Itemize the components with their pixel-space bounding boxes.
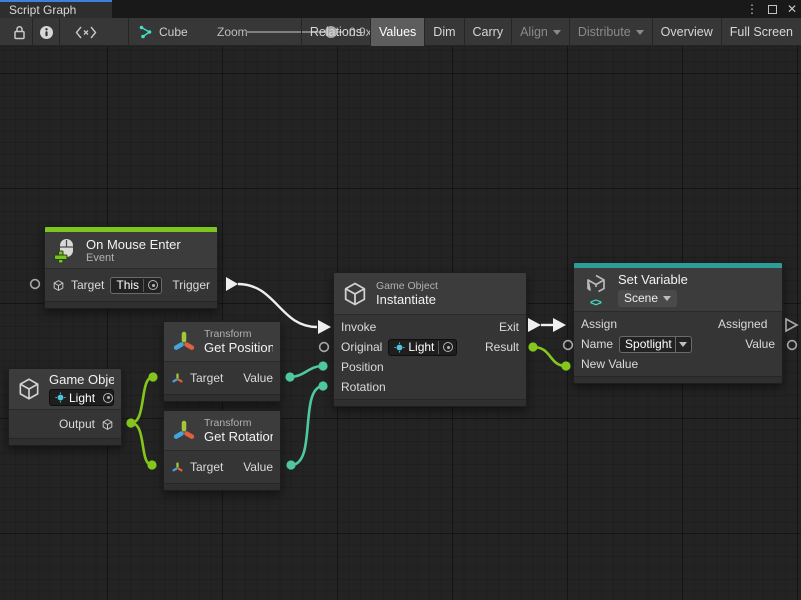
chevron-down-icon (636, 30, 644, 35)
game-object-mini-icon (52, 279, 65, 292)
tab-label: Script Graph (9, 3, 76, 17)
node-title: Get Rotation (204, 429, 273, 444)
zoom-label: Zoom (217, 18, 248, 46)
distribute-dropdown[interactable]: Distribute (569, 18, 652, 46)
variable-name-field[interactable]: Spotlight (619, 336, 676, 353)
menu-icon[interactable]: ⋮ (746, 0, 758, 18)
mouse-enter-icon (52, 237, 79, 264)
info-button[interactable] (33, 18, 59, 46)
name-port-label: Name (581, 337, 613, 351)
align-dropdown[interactable]: Align (511, 18, 569, 46)
chevron-down-icon (663, 296, 671, 301)
unity-script-graph-window: Script Graph ⋮ ✕ (0, 0, 801, 600)
fullscreen-button[interactable]: Full Screen (721, 18, 801, 46)
toolbar-buttons: Relations Values Dim Carry Align Distrib… (301, 18, 801, 46)
original-port-label: Original (341, 340, 382, 354)
node-get-rotation[interactable]: Transform Get Rotation Target Value (163, 410, 281, 491)
object-picker-icon[interactable] (103, 393, 113, 403)
game-object-mini-icon (101, 418, 114, 431)
overview-button[interactable]: Overview (652, 18, 721, 46)
new-value-port-label: New Value (581, 357, 638, 371)
result-port-label: Result (485, 340, 519, 354)
code-view-button[interactable] (60, 18, 112, 46)
object-picker-icon[interactable] (148, 280, 158, 290)
target-value-field[interactable]: This (110, 277, 162, 294)
tab-script-graph[interactable]: Script Graph (0, 0, 112, 18)
tab-bar: Script Graph ⋮ ✕ (0, 0, 801, 18)
exit-port-label: Exit (499, 320, 519, 334)
object-picker-icon[interactable] (443, 342, 453, 352)
set-variable-icon: <> (581, 273, 611, 307)
variable-name-dropdown[interactable] (676, 336, 692, 353)
dim-button[interactable]: Dim (424, 18, 463, 46)
carry-button[interactable]: Carry (464, 18, 512, 46)
output-port-label: Output (59, 417, 95, 431)
node-title: Game Object (49, 372, 114, 387)
light-icon (55, 392, 66, 403)
maximize-icon[interactable] (768, 5, 777, 14)
invoke-port-label: Invoke (341, 320, 376, 334)
graph-name: Cube (159, 18, 188, 46)
target-port-label: Target (190, 460, 223, 474)
transform-mini-icon (171, 372, 184, 385)
node-instantiate[interactable]: Game Object Instantiate Invoke Exit Orig… (333, 272, 527, 407)
node-title: Instantiate (376, 292, 438, 307)
assigned-port-label: Assigned (718, 317, 775, 331)
value-port-label: Value (243, 460, 273, 474)
light-icon (394, 342, 405, 353)
original-value-field[interactable]: Light (388, 339, 457, 356)
node-title: On Mouse Enter (86, 237, 181, 252)
code-icon (75, 26, 97, 39)
node-on-mouse-enter[interactable]: On Mouse Enter Event Target This Trigger (44, 226, 218, 309)
game-object-icon (16, 376, 42, 402)
node-title: Set Variable (618, 272, 688, 287)
relations-button[interactable]: Relations (301, 18, 370, 46)
window-controls: ⋮ ✕ (746, 0, 797, 18)
transform-mini-icon (171, 461, 184, 474)
graph-pointer-icon (136, 18, 156, 46)
lock-icon (13, 25, 26, 40)
lock-button[interactable] (6, 18, 32, 46)
node-game-object-literal[interactable]: Game Object Light Output (8, 368, 122, 446)
node-title: Get Position (204, 340, 273, 355)
node-subtitle: Event (86, 252, 181, 264)
value-port-label: Value (243, 371, 273, 385)
variable-scope-dropdown[interactable]: Scene (618, 290, 677, 307)
close-icon[interactable]: ✕ (787, 0, 797, 18)
node-set-variable[interactable]: <> Set Variable Scene Assign Assigned Na… (573, 262, 783, 384)
game-object-icon (341, 280, 369, 308)
assign-port-label: Assign (581, 317, 617, 331)
node-category: Transform (204, 417, 273, 429)
node-category: Game Object (376, 280, 438, 292)
position-port-label: Position (341, 360, 384, 374)
target-port-label: Target (71, 278, 104, 292)
values-button[interactable]: Values (370, 18, 424, 46)
rotation-port-label: Rotation (341, 380, 386, 394)
target-port-label: Target (190, 371, 223, 385)
trigger-port-label: Trigger (172, 278, 210, 292)
chevron-down-icon (679, 342, 687, 347)
chevron-down-icon (553, 30, 561, 35)
node-category: Transform (204, 328, 273, 340)
graph-toolbar: Cube Zoom 0.9x Relations Values Dim Carr… (0, 18, 801, 46)
transform-icon (171, 329, 197, 355)
variables-glyph-icon: <> (590, 297, 601, 309)
info-icon (39, 25, 54, 40)
object-value-field[interactable]: Light (49, 389, 114, 406)
value-port-label: Value (745, 337, 775, 351)
transform-icon (171, 418, 197, 444)
node-get-position[interactable]: Transform Get Position Target Value (163, 321, 281, 402)
